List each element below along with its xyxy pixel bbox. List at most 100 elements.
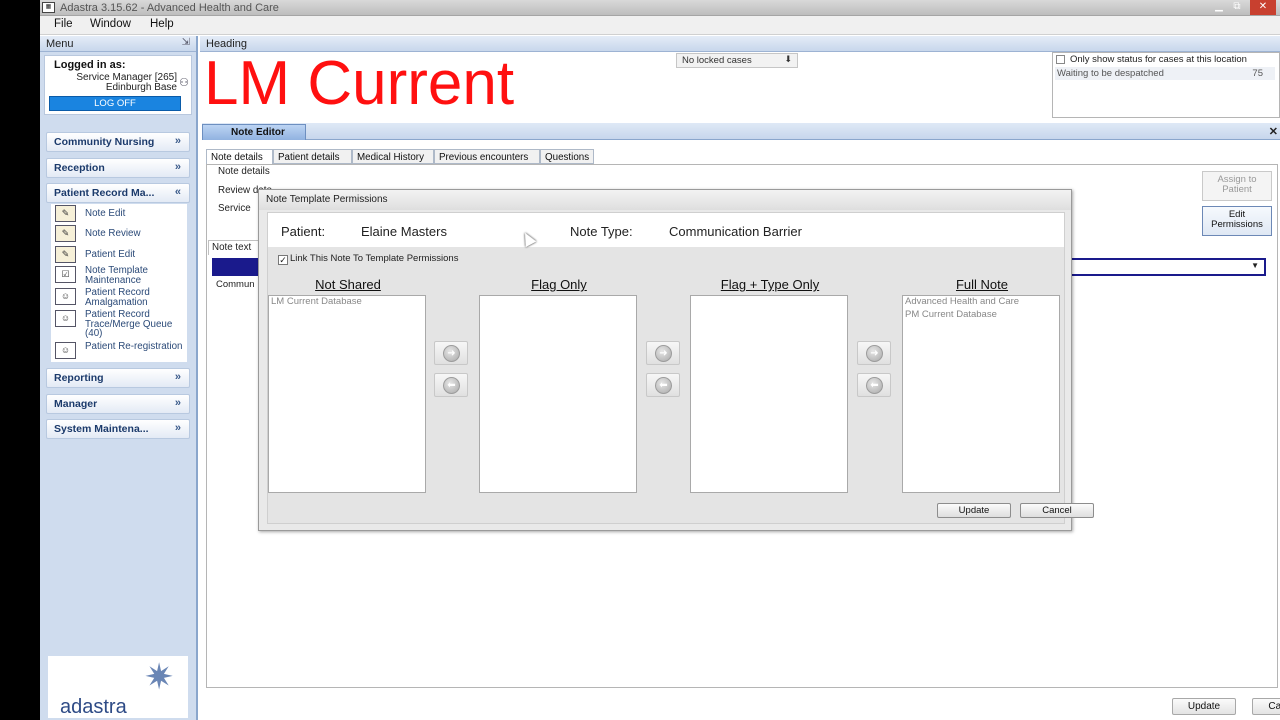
chevron-up-icon: « bbox=[174, 186, 181, 198]
section-system-maintenance[interactable]: System Maintena... » bbox=[46, 419, 190, 439]
close-button[interactable]: ✕ bbox=[1250, 0, 1276, 15]
download-icon: ⬇ bbox=[784, 54, 792, 64]
chevron-down-icon: » bbox=[174, 397, 181, 409]
logo-text: adastra bbox=[60, 696, 127, 718]
note-editor-tabstrip: Note Editor ✕ bbox=[202, 123, 1280, 140]
database-heading: LM Current bbox=[204, 49, 515, 118]
tab-note-details[interactable]: Note details bbox=[206, 149, 273, 165]
locked-cases-text: No locked cases bbox=[682, 55, 752, 66]
dialog-title: Note Template Permissions bbox=[259, 190, 1071, 210]
section-label: Community Nursing bbox=[54, 136, 155, 148]
not-shared-header: Not Shared bbox=[315, 277, 381, 292]
section-reporting[interactable]: Reporting » bbox=[46, 368, 190, 388]
chevron-down-icon: » bbox=[174, 371, 181, 383]
dialog-cancel-button[interactable]: Cancel bbox=[1020, 503, 1094, 518]
tab-previous-encounters[interactable]: Previous encounters bbox=[434, 149, 540, 164]
main-cancel-button[interactable]: Cancel bbox=[1252, 698, 1280, 715]
move-right-button-1[interactable]: ➜ bbox=[434, 341, 468, 365]
user-base: Edinburgh Base bbox=[105, 82, 177, 93]
link-template-checkbox[interactable]: ✓ Link This Note To Template Permissions bbox=[278, 253, 458, 265]
arrow-left-icon: ⬅ bbox=[866, 377, 883, 394]
dialog-content: Patient: Elaine Masters Note Type: Commu… bbox=[267, 212, 1065, 524]
status-panel: Only show status for cases at this locat… bbox=[1052, 52, 1280, 118]
menu-window[interactable]: Window bbox=[90, 18, 131, 30]
chevron-down-icon: » bbox=[174, 422, 181, 434]
full-note-header: Full Note bbox=[955, 277, 1009, 292]
logoff-button[interactable]: LOG OFF bbox=[49, 96, 181, 111]
section-reception[interactable]: Reception » bbox=[46, 158, 190, 178]
checkbox-checked-icon: ✓ bbox=[278, 255, 288, 265]
patient-info: Patient: Elaine Masters Note Type: Commu… bbox=[268, 213, 1064, 247]
note-review-icon: ✎ bbox=[55, 225, 76, 242]
section-manager[interactable]: Manager » bbox=[46, 394, 190, 414]
menu-header: Menu ⇲ bbox=[40, 36, 196, 52]
menu-bar: File Window Help bbox=[40, 16, 1280, 35]
people-check-icon: ☺ bbox=[55, 288, 76, 305]
list-item[interactable]: LM Current Database bbox=[269, 296, 425, 309]
app-icon: ▦ bbox=[42, 2, 55, 13]
patient-name: Elaine Masters bbox=[361, 224, 447, 239]
flag-only-list[interactable] bbox=[479, 295, 637, 493]
app-window: ▦ Adastra 3.15.62 - Advanced Health and … bbox=[40, 0, 1280, 720]
chevron-down-icon: » bbox=[174, 161, 181, 173]
menu-header-label: Menu bbox=[46, 38, 74, 50]
main-update-button[interactable]: Update bbox=[1172, 698, 1236, 715]
people-check-icon: ☺ bbox=[55, 310, 76, 327]
arrow-left-icon: ⬅ bbox=[655, 377, 672, 394]
link-template-label: Link This Note To Template Permissions bbox=[290, 253, 459, 264]
chevron-down-icon: » bbox=[174, 135, 181, 147]
status-row-label: Waiting to be despatched bbox=[1057, 68, 1164, 79]
arrow-right-icon: ➜ bbox=[443, 345, 460, 362]
submenu-label: Note Template Maintenance bbox=[85, 265, 148, 286]
patient-record-submenu: ✎ Note Edit ✎ Note Review ✎ Patient Edit… bbox=[51, 204, 187, 362]
left-menu-panel: Menu ⇲ Logged in as: Service Manager [26… bbox=[40, 36, 198, 720]
status-row[interactable]: Waiting to be despatched 75 bbox=[1055, 67, 1275, 80]
star-logo-icon: ✷ bbox=[144, 656, 175, 697]
menu-help[interactable]: Help bbox=[150, 18, 174, 30]
flag-type-only-header: Flag + Type Only bbox=[720, 277, 820, 292]
flag-type-only-list[interactable] bbox=[690, 295, 848, 493]
submenu-label: Patient Record Trace/Merge Queue (40) bbox=[85, 309, 173, 339]
move-left-button-3[interactable]: ⬅ bbox=[857, 373, 891, 397]
submenu-label: Note Edit bbox=[85, 208, 126, 219]
user-switch-icon[interactable]: ⚇ bbox=[179, 76, 189, 89]
list-item[interactable]: Advanced Health and Care bbox=[903, 296, 1059, 309]
section-label: Reception bbox=[54, 162, 105, 174]
tab-patient-details[interactable]: Patient details bbox=[273, 149, 352, 164]
section-label: Patient Record Ma... bbox=[54, 187, 155, 199]
window-title: Adastra 3.15.62 - Advanced Health and Ca… bbox=[60, 2, 279, 14]
submenu-label: Patient Record Amalgamation bbox=[85, 287, 150, 308]
section-label: System Maintena... bbox=[54, 423, 149, 435]
submenu-label: Patient Edit bbox=[85, 249, 136, 260]
user-info: Service Manager [265] Edinburgh Base bbox=[53, 73, 177, 93]
move-right-button-2[interactable]: ➜ bbox=[646, 341, 680, 365]
move-left-button-2[interactable]: ⬅ bbox=[646, 373, 680, 397]
edit-permissions-button[interactable]: Edit Permissions bbox=[1202, 206, 1272, 236]
assign-to-patient-button[interactable]: Assign to Patient bbox=[1202, 171, 1272, 201]
restore-button[interactable]: ⧉ bbox=[1224, 0, 1250, 15]
section-patient-record[interactable]: Patient Record Ma... « bbox=[46, 183, 190, 203]
note-type-dropdown[interactable]: ▼ bbox=[1066, 258, 1266, 276]
status-filter: Only show status for cases at this locat… bbox=[1053, 53, 1279, 66]
tab-note-editor[interactable]: Note Editor bbox=[202, 124, 306, 140]
service-label: Service bbox=[218, 203, 251, 214]
not-shared-list[interactable]: LM Current Database bbox=[268, 295, 426, 493]
list-item[interactable]: PM Current Database bbox=[903, 309, 1059, 322]
move-left-button-1[interactable]: ⬅ bbox=[434, 373, 468, 397]
move-right-button-3[interactable]: ➜ bbox=[857, 341, 891, 365]
adastra-logo: ✷ adastra bbox=[48, 656, 188, 718]
dialog-update-button[interactable]: Update bbox=[937, 503, 1011, 518]
logged-in-label: Logged in as: bbox=[54, 59, 126, 71]
patient-edit-icon: ✎ bbox=[55, 246, 76, 263]
section-community-nursing[interactable]: Community Nursing » bbox=[46, 132, 190, 152]
pin-icon[interactable]: ⇲ bbox=[182, 37, 190, 48]
tab-medical-history[interactable]: Medical History bbox=[352, 149, 434, 164]
full-note-list[interactable]: Advanced Health and Care PM Current Data… bbox=[902, 295, 1060, 493]
patient-label: Patient: bbox=[281, 224, 326, 239]
close-icon[interactable]: ✕ bbox=[1269, 125, 1278, 138]
note-type-cell: Commun bbox=[216, 279, 255, 290]
status-location-checkbox[interactable] bbox=[1056, 55, 1065, 64]
tab-questions[interactable]: Questions bbox=[540, 149, 594, 164]
menu-file[interactable]: File bbox=[54, 18, 73, 30]
locked-cases-box[interactable]: No locked cases ⬇ bbox=[676, 53, 798, 68]
